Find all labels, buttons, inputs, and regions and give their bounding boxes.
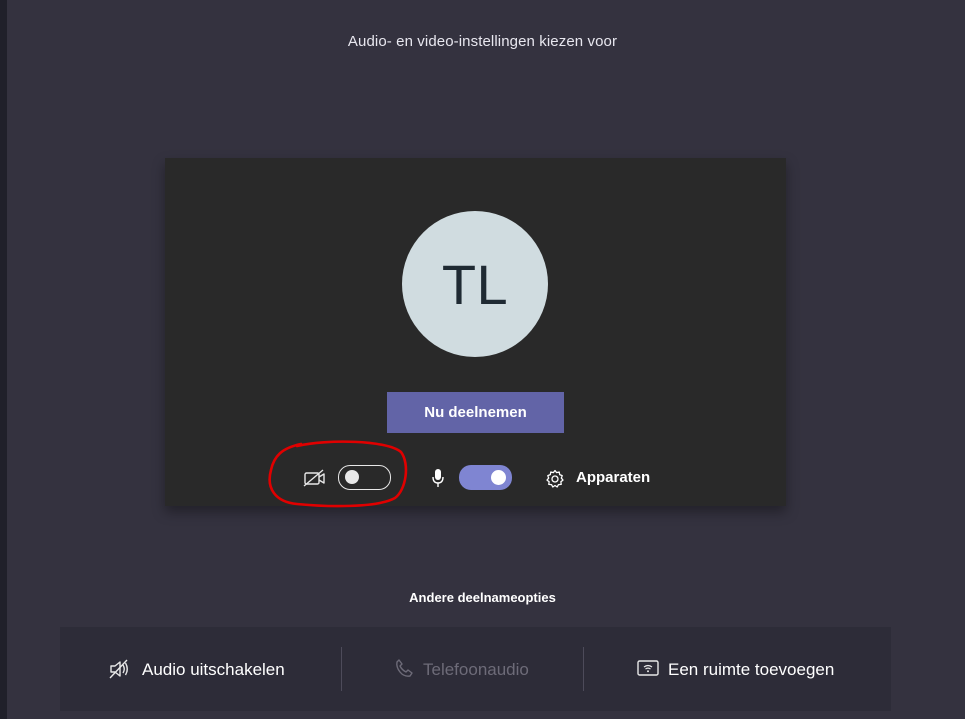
join-now-button[interactable]: Nu deelnemen — [387, 392, 564, 433]
audio-off-option[interactable]: Audio uitschakelen — [80, 627, 340, 711]
video-off-icon — [303, 469, 325, 487]
camera-toggle[interactable] — [338, 465, 391, 490]
other-join-options-bar: Audio uitschakelen Telefoonaudio Een rui… — [60, 627, 891, 711]
devices-button[interactable]: Apparaten — [576, 469, 650, 486]
teams-prejoin-screen: Audio- en video-instellingen kiezen voor… — [0, 0, 965, 719]
camera-toggle-knob — [345, 470, 359, 484]
microphone-toggle-knob — [491, 470, 506, 485]
avatar: TL — [402, 211, 548, 357]
phone-audio-label: Telefoonaudio — [423, 660, 529, 679]
microphone-toggle[interactable] — [459, 465, 512, 490]
audio-off-label: Audio uitschakelen — [142, 660, 285, 679]
video-preview-card: TL Nu deelnemen Apparaten — [165, 158, 786, 506]
avatar-initials: TL — [441, 252, 509, 316]
speaker-off-icon — [109, 659, 128, 679]
window-left-edge — [0, 0, 7, 719]
add-room-label: Een ruimte toevoegen — [668, 660, 835, 679]
add-room-option[interactable]: Een ruimte toevoegen — [584, 627, 884, 711]
other-join-options-title: Andere deelnameopties — [409, 590, 556, 605]
microphone-icon — [432, 469, 444, 487]
page-title: Audio- en video-instellingen kiezen voor — [347, 33, 618, 50]
gear-icon[interactable] — [545, 469, 565, 489]
room-cast-icon — [637, 660, 659, 676]
phone-icon — [396, 659, 413, 677]
phone-audio-option[interactable]: Telefoonaudio — [342, 627, 582, 711]
